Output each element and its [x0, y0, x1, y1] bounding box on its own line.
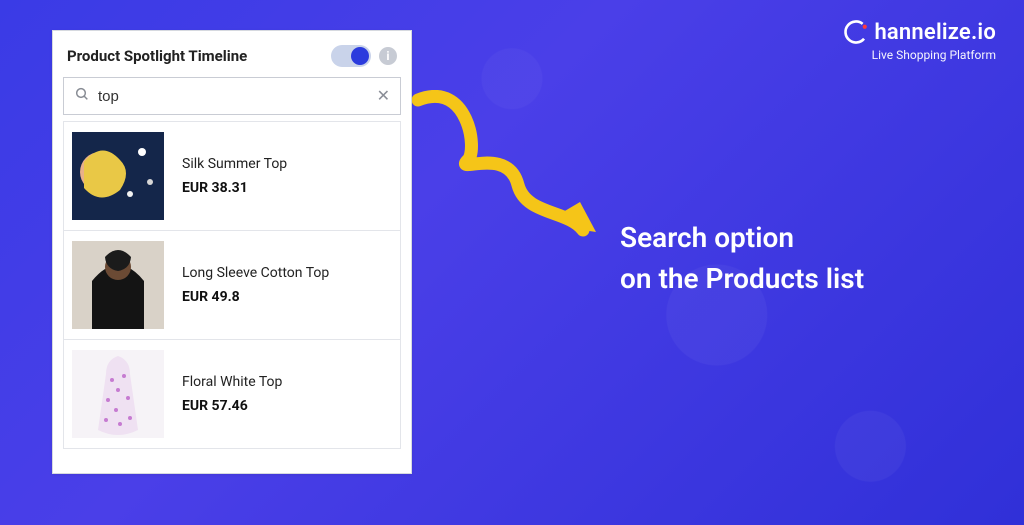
list-item[interactable]: Silk Summer Top EUR 38.31: [63, 121, 401, 231]
caption-text: Search option on the Products list: [620, 218, 864, 299]
product-thumbnail: [72, 132, 164, 220]
brand-tagline: Live Shopping Platform: [842, 48, 996, 62]
list-item[interactable]: Long Sleeve Cotton Top EUR 49.8: [63, 231, 401, 340]
product-thumbnail: [72, 241, 164, 329]
product-name: Long Sleeve Cotton Top: [182, 265, 329, 281]
caption-line-2: on the Products list: [620, 259, 864, 300]
product-price: EUR 49.8: [182, 289, 329, 305]
product-spotlight-panel: Product Spotlight Timeline i ✕: [52, 30, 412, 474]
panel-header: Product Spotlight Timeline i: [63, 41, 401, 77]
list-item[interactable]: Floral White Top EUR 57.46: [63, 340, 401, 449]
arrow-illustration: [408, 90, 608, 250]
product-search[interactable]: ✕: [63, 77, 401, 115]
product-thumbnail: [72, 350, 164, 438]
product-name: Floral White Top: [182, 374, 282, 390]
search-icon: [74, 86, 90, 106]
info-icon[interactable]: i: [379, 47, 397, 65]
product-name: Silk Summer Top: [182, 156, 287, 172]
product-price: EUR 38.31: [182, 180, 287, 196]
clear-icon[interactable]: ✕: [377, 88, 390, 104]
timeline-toggle[interactable]: [331, 45, 371, 67]
brand-c-mark-icon: [842, 18, 870, 46]
brand-name: hannelize.io: [874, 20, 996, 45]
search-input[interactable]: [98, 78, 369, 114]
panel-title: Product Spotlight Timeline: [67, 47, 323, 65]
toggle-knob-icon: [351, 47, 369, 65]
search-results: Silk Summer Top EUR 38.31 Long Sleeve Co…: [63, 121, 401, 449]
brand-block: hannelize.io Live Shopping Platform: [842, 18, 996, 62]
product-price: EUR 57.46: [182, 398, 282, 414]
caption-line-1: Search option: [620, 218, 864, 259]
